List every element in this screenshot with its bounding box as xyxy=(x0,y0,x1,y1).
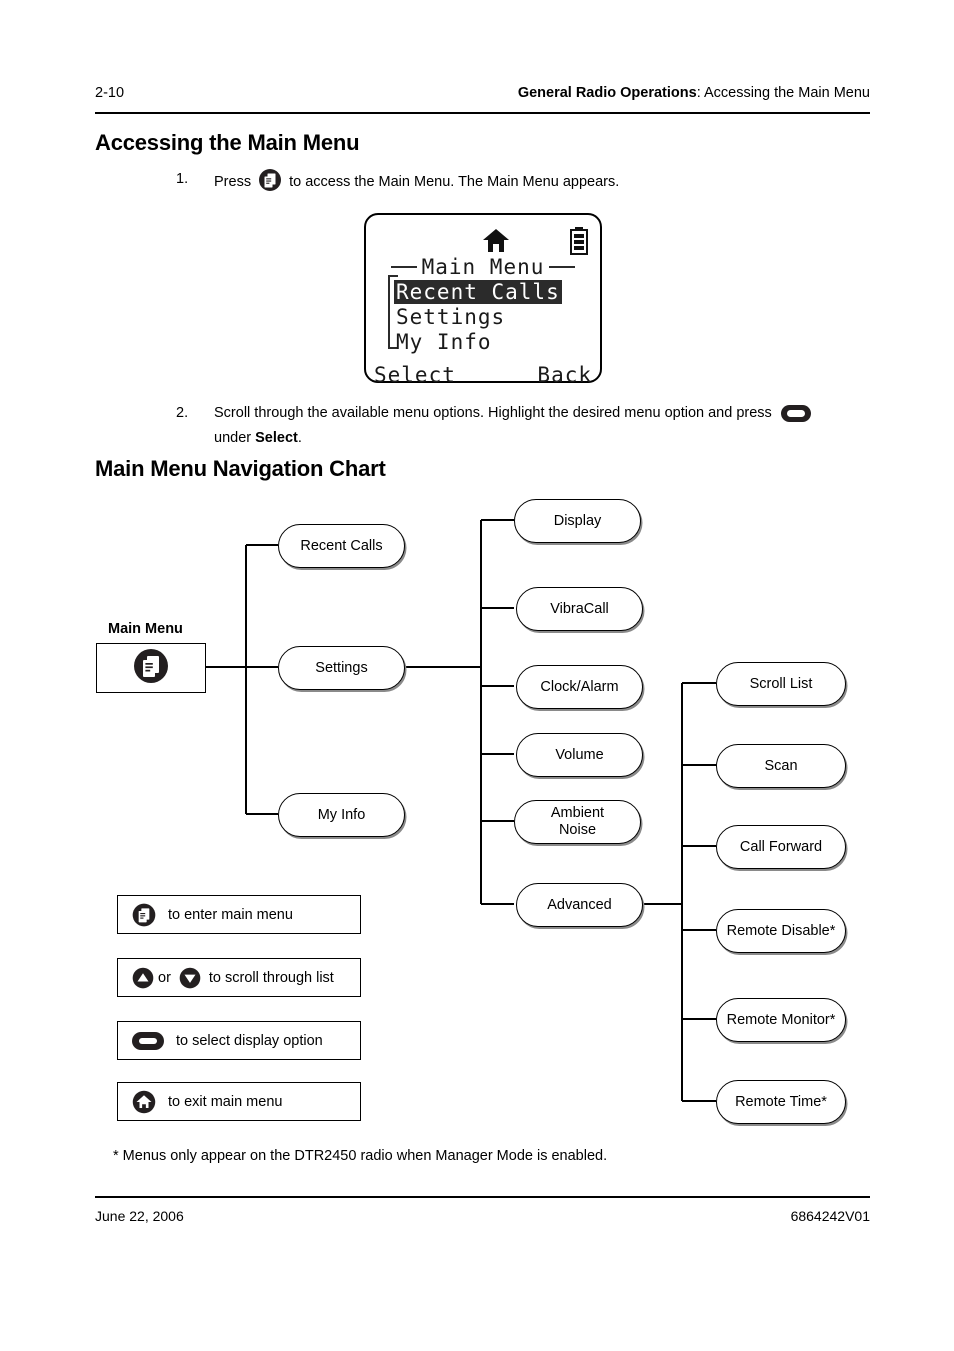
select-key-icon xyxy=(780,405,811,428)
page-title-nav-chart: Main Menu Navigation Chart xyxy=(95,456,386,481)
menu-icon xyxy=(132,903,156,927)
lcd-title-text: Main Menu xyxy=(421,255,545,279)
nav-node-label: My Info xyxy=(317,806,366,823)
nav-node-label: Remote Disable* xyxy=(726,922,836,939)
step-2-text: Scroll through the available menu option… xyxy=(214,403,874,448)
header-section-bold: General Radio Operations xyxy=(517,85,697,101)
lcd-title: Main Menu xyxy=(366,255,600,279)
nav-node-vibracall[interactable]: VibraCall xyxy=(516,587,643,631)
nav-node-label: Advanced xyxy=(547,896,612,913)
step-1-number: 1. xyxy=(176,171,189,187)
nav-root-label: Main Menu xyxy=(108,621,183,637)
legend-exit-main-menu: to exit main menu xyxy=(117,1082,361,1121)
step-2: 2. Scroll through the available menu opt… xyxy=(176,403,876,449)
nav-node-call-forward[interactable]: Call Forward xyxy=(716,825,846,869)
nav-node-label: Volume xyxy=(555,746,604,763)
nav-node-volume[interactable]: Volume xyxy=(516,733,643,777)
document-page: 2-10 General Radio Operations: Accessing… xyxy=(0,0,954,1351)
nav-root-box[interactable] xyxy=(96,643,206,693)
menu-icon xyxy=(259,169,282,197)
lcd-item-my-info: My Info xyxy=(396,330,492,354)
nav-node-my-info[interactable]: My Info xyxy=(278,793,405,837)
footer-doc-id: 6864242V01 xyxy=(790,1208,870,1224)
footer-date: June 22, 2006 xyxy=(95,1208,184,1224)
page-title-accessing: Accessing the Main Menu xyxy=(95,130,360,155)
legend-select-display-option: to select display option xyxy=(117,1021,361,1060)
footer-divider xyxy=(95,1196,870,1198)
legend-label: to exit main menu xyxy=(168,1093,283,1110)
nav-node-clock-alarm[interactable]: Clock/Alarm xyxy=(516,665,643,709)
nav-node-label: Display xyxy=(553,512,602,529)
nav-node-label: Settings xyxy=(315,659,368,676)
page-number: 2-10 xyxy=(95,85,125,101)
legend-or-label: or xyxy=(158,969,171,986)
header-section-title: General Radio Operations: Accessing the … xyxy=(518,85,870,101)
nav-node-label: Recent Calls xyxy=(300,537,383,554)
nav-node-scan[interactable]: Scan xyxy=(716,744,846,788)
nav-node-remote-monitor[interactable]: Remote Monitor* xyxy=(716,998,846,1042)
legend-scroll-list: or to scroll through list xyxy=(117,958,361,997)
lcd-item-recent-calls: Recent Calls xyxy=(394,280,562,304)
lcd-title-rule-right xyxy=(549,266,576,268)
step-2-select-bold: Select xyxy=(255,430,298,446)
nav-node-label: Remote Monitor* xyxy=(726,1011,836,1028)
nav-node-label: Ambient Noise xyxy=(550,805,605,838)
nav-node-label: Call Forward xyxy=(739,838,823,855)
lcd-item-settings: Settings xyxy=(396,305,506,329)
nav-node-label: Clock/Alarm xyxy=(540,678,619,695)
lcd-title-rule-left xyxy=(390,266,417,268)
nav-node-ambient-noise[interactable]: Ambient Noise xyxy=(514,800,641,844)
step-1-text-after: to access the Main Menu. The Main Menu a… xyxy=(289,174,620,190)
step-1: 1. Press to access the Main Menu. The Mai… xyxy=(176,169,866,193)
page-header: 2-10 General Radio Operations: Accessing… xyxy=(95,85,870,107)
radio-display-screen: Main Menu Recent Calls Settings My Info … xyxy=(364,213,602,387)
nav-node-remote-disable[interactable]: Remote Disable* xyxy=(716,909,846,953)
down-arrow-icon xyxy=(179,967,201,989)
select-key-icon xyxy=(132,1031,164,1050)
nav-node-label: Scan xyxy=(764,757,798,774)
nav-node-recent-calls[interactable]: Recent Calls xyxy=(278,524,405,568)
nav-node-label: Remote Time* xyxy=(735,1093,827,1110)
step-1-text: Press to access the Main Menu. The Main M… xyxy=(214,169,619,197)
legend-label: to enter main menu xyxy=(168,906,293,923)
lcd-softkey-back: Back xyxy=(537,363,592,387)
step-2-text-after-tail: . xyxy=(297,430,302,446)
up-arrow-icon xyxy=(132,967,154,989)
step-1-text-before: Press xyxy=(214,174,252,190)
nav-node-label: Scroll List xyxy=(749,675,813,692)
nav-node-scroll-list[interactable]: Scroll List xyxy=(716,662,846,706)
nav-node-label: VibraCall xyxy=(550,600,609,617)
header-section-rest: : Accessing the Main Menu xyxy=(696,85,870,101)
legend-label: to select display option xyxy=(176,1032,323,1049)
header-divider xyxy=(95,112,870,114)
nav-node-settings[interactable]: Settings xyxy=(278,646,405,690)
step-2-text-before: Scroll through the available menu option… xyxy=(214,405,772,421)
radio-status-bar xyxy=(366,223,600,255)
step-2-number: 2. xyxy=(176,405,189,421)
step-2-text-after-lead: under xyxy=(214,430,252,446)
home-icon xyxy=(132,1090,156,1114)
nav-node-display[interactable]: Display xyxy=(514,499,641,543)
menu-icon xyxy=(133,648,169,689)
nav-node-remote-time[interactable]: Remote Time* xyxy=(716,1080,846,1124)
legend-label: to scroll through list xyxy=(208,969,334,986)
lcd-softkey-select: Select xyxy=(374,363,456,387)
footnote: * Menus only appear on the DTR2450 radio… xyxy=(113,1148,608,1164)
legend-enter-main-menu: to enter main menu xyxy=(117,895,361,934)
nav-node-advanced[interactable]: Advanced xyxy=(516,883,643,927)
